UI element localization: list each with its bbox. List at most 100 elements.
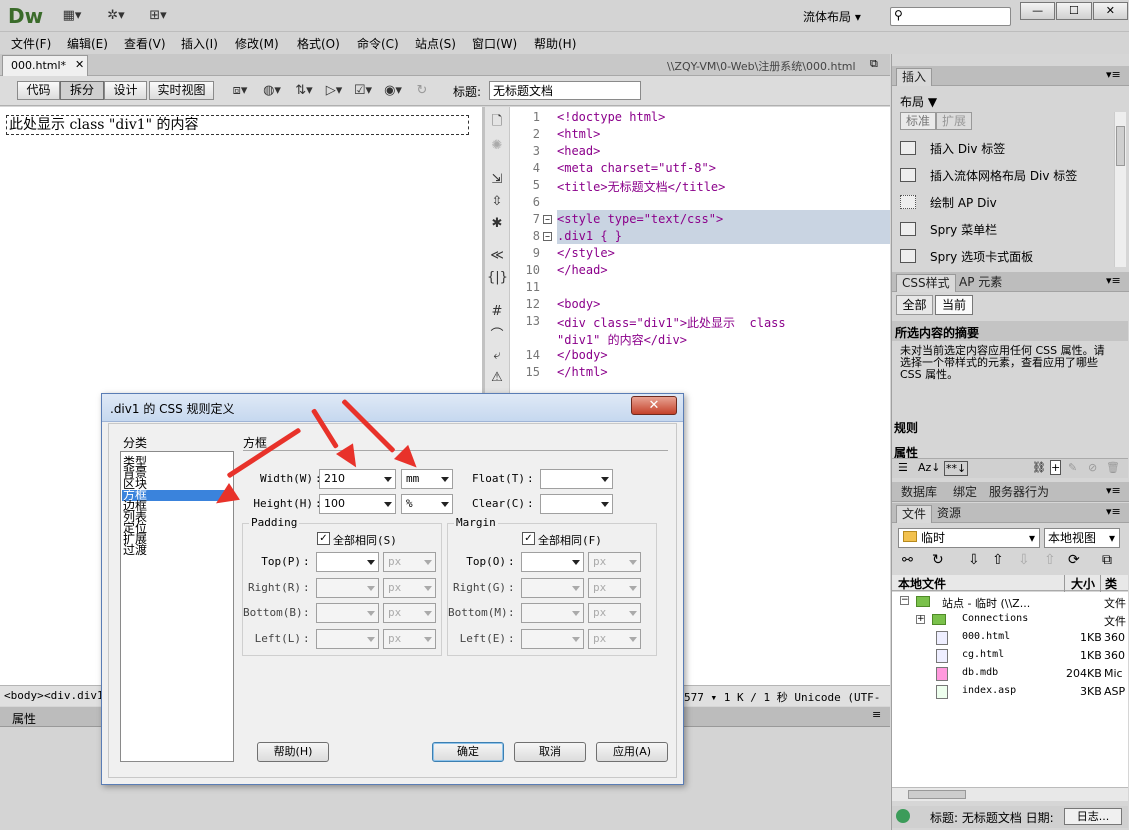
collapse-selection-icon[interactable]: ⇳	[487, 193, 507, 211]
css-mode-all[interactable]: 全部	[896, 295, 933, 315]
width-input[interactable]: 210	[319, 469, 396, 489]
design-view-button[interactable]: 设计	[104, 81, 147, 100]
code-line[interactable]: <body>	[557, 297, 600, 311]
minimize-button[interactable]: —	[1020, 2, 1056, 20]
log-button[interactable]: 日志...	[1064, 808, 1122, 825]
apply-button[interactable]: 应用(A)	[596, 742, 668, 762]
code-view-button[interactable]: 代码	[17, 81, 60, 100]
code-line[interactable]: <div class="div1">此处显示 class	[557, 314, 786, 331]
menu-edit[interactable]: 编辑(E)	[67, 35, 108, 52]
tree-row-cg-html[interactable]: cg.html 1KB 360	[892, 648, 1128, 666]
panel-menu-icon[interactable]: ▾≡	[1106, 505, 1121, 518]
preview-browser-icon[interactable]: ◍▾	[262, 82, 282, 100]
tab-files[interactable]: 文件	[896, 505, 933, 523]
code-fold-icon[interactable]: −	[543, 232, 552, 241]
menu-help[interactable]: 帮助(H)	[534, 35, 576, 52]
insert-div-item[interactable]: 插入 Div 标签	[930, 140, 1005, 157]
refresh-icon[interactable]: ↻	[932, 552, 944, 568]
menu-commands[interactable]: 命令(C)	[357, 35, 399, 52]
menu-view[interactable]: 查看(V)	[124, 35, 166, 52]
menu-file[interactable]: 文件(F)	[11, 35, 51, 52]
tree-row-db-mdb[interactable]: db.mdb 204KB Mic	[892, 666, 1128, 684]
site-select[interactable]: 临时 ▾	[898, 528, 1040, 548]
panel-menu-icon[interactable]: ▾≡	[1106, 484, 1121, 497]
menu-format[interactable]: 格式(O)	[297, 35, 340, 52]
line-numbers-icon[interactable]: #	[487, 303, 507, 321]
dialog-title-bar[interactable]: .div1 的 CSS 规则定义 ✕	[102, 394, 683, 422]
visual-aids-icon[interactable]: ◉▾	[383, 82, 403, 100]
tree-row-index-asp[interactable]: index.asp 3KB ASP	[892, 684, 1128, 702]
expand-node-icon[interactable]: +	[916, 615, 925, 624]
padding-left-input[interactable]	[316, 629, 379, 649]
tree-row-site[interactable]: − 站点 - 临时 (\\Z... 文件	[892, 594, 1128, 612]
check-in-icon[interactable]: ⇧	[1044, 552, 1056, 568]
syntax-error-alerts-icon[interactable]: ⚠	[487, 369, 507, 387]
select-parent-tag-icon[interactable]: ≪	[487, 247, 507, 265]
code-line[interactable]: <head>	[557, 144, 600, 158]
delete-icon[interactable]: 🗑	[1106, 461, 1120, 474]
css-mode-current[interactable]: 当前	[935, 295, 973, 315]
code-line[interactable]: </head>	[557, 263, 608, 277]
menu-insert[interactable]: 插入(I)	[181, 35, 218, 52]
word-wrap-icon[interactable]: ⤶	[487, 347, 507, 365]
get-files-icon[interactable]: ⇩	[968, 552, 980, 568]
view-select[interactable]: 本地视图 ▾	[1044, 528, 1120, 548]
tab-insert[interactable]: 插入	[896, 68, 933, 86]
css-panel-header[interactable]: CSS样式 AP 元素 ▾≡	[892, 272, 1129, 292]
tab-bindings[interactable]: 绑定	[948, 484, 982, 502]
margin-bottom-unit[interactable]: px	[588, 603, 641, 623]
tab-css-styles[interactable]: CSS样式	[896, 274, 956, 292]
expand-all-icon[interactable]: ✱	[487, 215, 507, 233]
code-line[interactable]: .div1 { }	[557, 229, 622, 243]
margin-same-checkbox[interactable]: ✓	[522, 532, 535, 545]
margin-bottom-input[interactable]	[521, 603, 584, 623]
restore-icon[interactable]: ⧉	[870, 57, 878, 71]
check-out-icon[interactable]: ⇩	[1018, 552, 1030, 568]
new-rule-icon[interactable]: +	[1050, 460, 1062, 475]
spry-tabbed-panel-item[interactable]: Spry 选项卡式面板	[930, 248, 1033, 265]
files-panel-header[interactable]: 文件 资源 ▾≡	[892, 503, 1129, 523]
split-view-button[interactable]: 拆分	[60, 81, 104, 100]
padding-bottom-unit[interactable]: px	[383, 603, 436, 623]
insert-subtab-standard[interactable]: 标准	[900, 112, 936, 130]
disable-icon[interactable]: ⊘	[1088, 461, 1097, 474]
code-line[interactable]: <style type="text/css">	[557, 212, 723, 226]
div1-placeholder[interactable]: 此处显示 class "div1" 的内容	[6, 115, 469, 135]
margin-right-input[interactable]	[521, 578, 584, 598]
show-code-navigator-icon[interactable]: ✺	[487, 137, 507, 155]
tab-000-html[interactable]: 000.html* ✕	[2, 55, 88, 76]
padding-bottom-input[interactable]	[316, 603, 379, 623]
padding-right-unit[interactable]: px	[383, 578, 436, 598]
margin-right-unit[interactable]: px	[588, 578, 641, 598]
code-line[interactable]: <!doctype html>	[557, 110, 665, 124]
ok-button[interactable]: 确定	[432, 742, 504, 762]
open-documents-icon[interactable]: 🗋	[487, 113, 507, 131]
padding-top-input[interactable]	[316, 552, 379, 572]
padding-same-checkbox[interactable]: ✓	[317, 532, 330, 545]
panel-menu-icon[interactable]: ▾≡	[1106, 274, 1121, 287]
put-files-icon[interactable]: ⇧	[992, 552, 1004, 568]
cancel-button[interactable]: 取消	[514, 742, 586, 762]
help-button[interactable]: 帮助(H)	[257, 742, 329, 762]
search-input[interactable]: ⚲	[890, 7, 1011, 26]
menu-window[interactable]: 窗口(W)	[472, 35, 517, 52]
files-tree[interactable]: − 站点 - 临时 (\\Z... 文件 + Connections 文件 00…	[892, 592, 1128, 787]
code-line[interactable]: </body>	[557, 348, 608, 362]
draw-ap-div-item[interactable]: 绘制 AP Div	[930, 194, 997, 211]
clear-select[interactable]	[540, 494, 613, 514]
gear-icon[interactable]: ✲▾	[106, 7, 126, 25]
margin-left-input[interactable]	[521, 629, 584, 649]
database-panel-header[interactable]: 数据库 绑定 服务器行为 ▾≡	[892, 482, 1129, 502]
connect-icon[interactable]: ⚯	[902, 553, 913, 568]
code-line[interactable]: <html>	[557, 127, 600, 141]
col-local-files[interactable]: 本地文件	[898, 575, 946, 592]
layout-icon[interactable]: ▦▾	[62, 7, 82, 25]
margin-top-input[interactable]	[521, 552, 584, 572]
padding-right-input[interactable]	[316, 578, 379, 598]
dialog-close-button[interactable]: ✕	[631, 396, 677, 415]
padding-top-unit[interactable]: px	[383, 552, 436, 572]
insert-fluid-div-item[interactable]: 插入流体网格布局 Div 标签	[930, 167, 1077, 184]
balance-braces-icon[interactable]: {|}	[487, 269, 508, 287]
attach-stylesheet-icon[interactable]: ⛓	[1032, 461, 1046, 474]
site-icon[interactable]: ⊞▾	[148, 7, 168, 25]
